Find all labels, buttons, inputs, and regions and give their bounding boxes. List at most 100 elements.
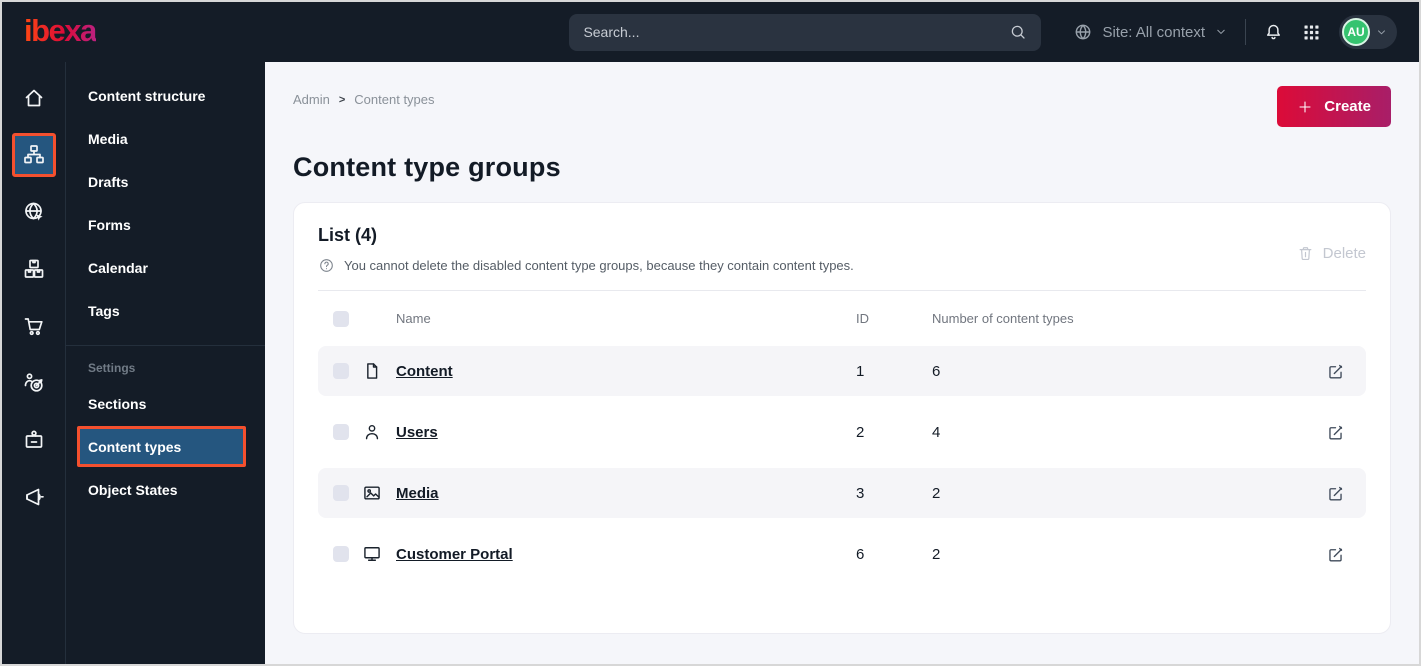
group-name-link[interactable]: Users xyxy=(396,424,438,441)
row-checkbox[interactable] xyxy=(333,363,349,379)
sidebar-item-label: Content types xyxy=(88,438,182,455)
search-input[interactable] xyxy=(583,24,1010,40)
row-checkbox[interactable] xyxy=(333,485,349,501)
sidebar-item-calendar[interactable]: Calendar xyxy=(77,246,246,289)
home-icon xyxy=(22,86,46,110)
chevron-down-icon xyxy=(1214,25,1228,39)
site-context-selector[interactable]: Site: All context xyxy=(1073,22,1228,42)
commerce-icon xyxy=(22,314,46,338)
sidebar-item-label: Forms xyxy=(88,216,131,233)
breadcrumb-separator: > xyxy=(338,93,346,106)
chevron-down-icon xyxy=(1375,26,1388,39)
monitor-icon xyxy=(362,544,382,564)
topbar-actions: Site: All context AU xyxy=(1073,15,1397,49)
page-title: Content type groups xyxy=(293,152,561,182)
user-icon xyxy=(362,422,382,442)
group-name-link[interactable]: Content xyxy=(396,363,453,380)
admin-icon xyxy=(22,428,46,452)
sidebar-item-sections[interactable]: Sections xyxy=(77,382,246,425)
sidebar-item-content-types[interactable]: Content types xyxy=(77,426,246,467)
trash-icon xyxy=(1297,245,1314,262)
sidebar: Content structure Media Drafts Forms Cal… xyxy=(66,62,265,664)
sidebar-item-label: Calendar xyxy=(88,259,148,276)
breadcrumb-content-types: Content types xyxy=(354,92,435,107)
bell-icon xyxy=(1263,22,1284,43)
rail-item-personalization[interactable] xyxy=(12,361,56,405)
user-menu[interactable]: AU xyxy=(1339,15,1397,49)
column-header-id: ID xyxy=(856,311,869,326)
marketing-icon xyxy=(22,485,46,509)
global-search[interactable] xyxy=(569,13,1042,51)
row-checkbox[interactable] xyxy=(333,546,349,562)
rail-item-products[interactable] xyxy=(12,247,56,291)
rail-item-home[interactable] xyxy=(12,76,56,120)
ibexa-logo[interactable]: ibexa xyxy=(24,15,97,46)
search-icon[interactable] xyxy=(1009,23,1027,41)
edit-button[interactable] xyxy=(1326,545,1366,564)
table-row-content: Content 1 6 xyxy=(318,346,1366,396)
sidebar-item-label: Sections xyxy=(88,395,147,412)
sidebar-item-label: Content structure xyxy=(88,87,206,104)
delete-button[interactable]: Delete xyxy=(1297,233,1366,274)
sidebar-item-drafts[interactable]: Drafts xyxy=(77,160,246,203)
edit-icon xyxy=(1326,423,1345,442)
rail-item-content-structure[interactable] xyxy=(11,133,56,177)
apps-grid-button[interactable] xyxy=(1301,22,1322,43)
create-button-label: Create xyxy=(1324,98,1371,115)
sidebar-item-label: Object States xyxy=(88,481,178,498)
rail-item-marketing[interactable] xyxy=(12,475,56,519)
select-all-checkbox[interactable] xyxy=(333,310,349,327)
column-header-name: Name xyxy=(396,311,431,326)
group-count: 2 xyxy=(932,545,941,563)
main-header: Admin > Content types Create xyxy=(293,86,1391,127)
breadcrumb: Admin > Content types xyxy=(293,86,435,107)
sidebar-item-label: Media xyxy=(88,130,128,147)
group-name-link[interactable]: Customer Portal xyxy=(396,546,513,563)
edit-button[interactable] xyxy=(1326,484,1366,503)
grid-icon xyxy=(1301,22,1322,43)
notifications-button[interactable] xyxy=(1263,22,1284,43)
group-id: 3 xyxy=(856,484,865,502)
products-icon xyxy=(22,257,46,281)
group-id: 6 xyxy=(856,545,865,563)
plus-icon xyxy=(1297,99,1313,115)
sidebar-item-media[interactable]: Media xyxy=(77,117,246,160)
info-line: You cannot delete the disabled content t… xyxy=(318,257,854,274)
site-icon xyxy=(22,200,46,224)
main-content: Admin > Content types Create Content typ… xyxy=(265,62,1419,664)
column-header-count: Number of content types xyxy=(932,311,1074,326)
group-id: 2 xyxy=(856,423,865,441)
list-card-header: List (4) You cannot delete the disabled … xyxy=(318,203,1366,274)
delete-button-label: Delete xyxy=(1322,245,1366,262)
list-card: List (4) You cannot delete the disabled … xyxy=(293,202,1391,634)
group-count: 4 xyxy=(932,423,941,441)
rail-item-site[interactable] xyxy=(12,190,56,234)
row-checkbox[interactable] xyxy=(333,424,349,440)
icon-rail xyxy=(2,62,66,664)
group-name-link[interactable]: Media xyxy=(396,485,439,502)
edit-icon xyxy=(1326,484,1345,503)
breadcrumb-admin[interactable]: Admin xyxy=(293,92,330,107)
sidebar-item-object-states[interactable]: Object States xyxy=(77,468,246,511)
globe-icon xyxy=(1073,22,1093,42)
edit-button[interactable] xyxy=(1326,423,1366,442)
rail-item-admin[interactable] xyxy=(12,418,56,462)
personalization-icon xyxy=(22,371,46,395)
settings-section-label: Settings xyxy=(88,361,136,375)
content-structure-icon xyxy=(22,143,46,167)
file-icon xyxy=(362,361,382,381)
sidebar-item-tags[interactable]: Tags xyxy=(77,289,246,332)
sidebar-item-content-structure[interactable]: Content structure xyxy=(77,74,246,117)
table-header: Name ID Number of content types xyxy=(318,290,1366,346)
rail-item-commerce[interactable] xyxy=(12,304,56,348)
list-title: List (4) xyxy=(318,225,378,245)
sidebar-item-forms[interactable]: Forms xyxy=(77,203,246,246)
avatar[interactable]: AU xyxy=(1342,18,1370,46)
create-button[interactable]: Create xyxy=(1277,86,1391,127)
info-text: You cannot delete the disabled content t… xyxy=(344,258,854,273)
group-id: 1 xyxy=(856,362,865,380)
sidebar-settings-group: Sections Content types Object States xyxy=(66,382,265,511)
sidebar-item-label: Drafts xyxy=(88,173,129,190)
site-context-label: Site: All context xyxy=(1102,23,1205,41)
edit-button[interactable] xyxy=(1326,362,1366,381)
